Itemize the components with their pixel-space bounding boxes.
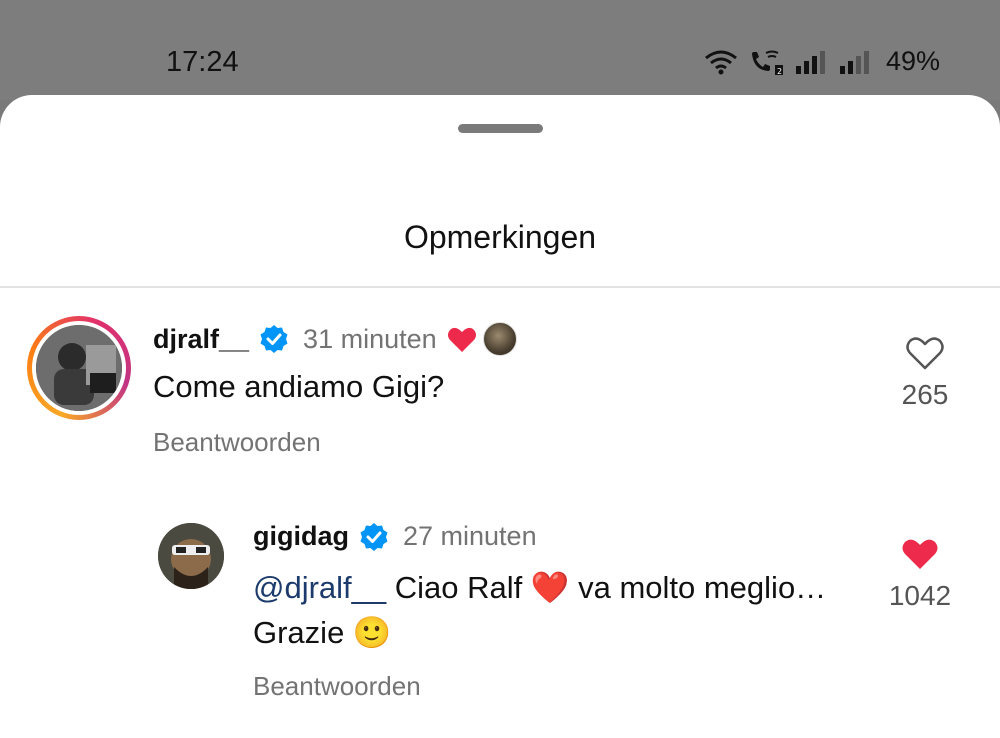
reply-text-line2: Grazie 🙂: [253, 615, 392, 650]
svg-text:2: 2: [777, 67, 782, 76]
mention-link[interactable]: @djralf__: [253, 570, 386, 605]
reply-meta: gigidag 27 minuten: [253, 521, 537, 552]
liked-heart-icon[interactable]: [900, 536, 940, 572]
reply-button[interactable]: Beantwoorden: [253, 671, 421, 702]
wifi-call-icon: 2: [751, 50, 783, 76]
wifi-icon: [705, 50, 737, 74]
avatar[interactable]: [158, 523, 224, 589]
status-icons: 2 49%: [704, 46, 940, 77]
reply-username[interactable]: gigidag: [253, 521, 349, 552]
signal-icon: [795, 50, 825, 74]
verified-badge-icon: [360, 522, 388, 551]
reply-item: gigidag 27 minuten @djralf__ Ciao Ralf ❤…: [0, 95, 1000, 738]
comments-sheet: Opmerkingen djralf__ 31 minuten Come and…: [0, 95, 1000, 738]
reply-text: Ciao Ralf ❤️ va molto meglio…: [386, 570, 827, 605]
status-time: 17:24: [166, 46, 239, 78]
status-bar: 17:24 2 49%: [0, 0, 1000, 100]
signal-weak-icon: [839, 50, 869, 74]
like-section: 1042: [875, 536, 965, 612]
reply-time: 27 minuten: [403, 521, 537, 551]
like-count: 1042: [888, 580, 952, 611]
reply-text-line1: @djralf__ Ciao Ralf ❤️ va molto meglio…: [253, 565, 826, 610]
battery-level: 49%: [885, 46, 940, 76]
